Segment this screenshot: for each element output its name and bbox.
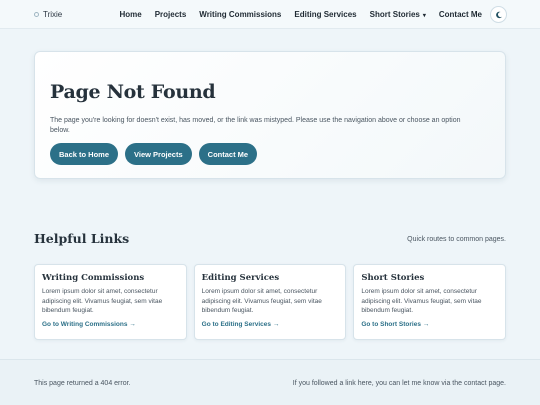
view-projects-button[interactable]: View Projects — [125, 143, 192, 165]
brand-name: Trixie — [43, 10, 63, 19]
logo-icon — [34, 12, 39, 17]
card-editing-services: Editing Services Lorem ipsum dolor sit a… — [193, 264, 347, 340]
footer-error-note: This page returned a 404 error. — [34, 380, 131, 387]
writing-commissions-link[interactable]: Go to Writing Commissions → — [42, 321, 179, 328]
card-description: Lorem ipsum dolor sit amet, consectetur … — [361, 288, 482, 314]
card-title: Editing Services — [201, 273, 280, 283]
page-title: Page Not Found — [50, 81, 216, 103]
helpful-links-title: Helpful Links — [34, 231, 130, 246]
nav-home[interactable]: Home — [119, 10, 141, 19]
helpful-links-subtitle: Quick routes to common pages. — [407, 236, 506, 243]
nav-editing-services[interactable]: Editing Services — [294, 10, 356, 19]
short-stories-link[interactable]: Go to Short Stories → — [361, 321, 498, 328]
footer-contact-note: If you followed a link here, you can let… — [292, 380, 506, 387]
brand-link[interactable]: Trixie — [34, 10, 62, 19]
editing-services-link[interactable]: Go to Editing Services → — [202, 321, 339, 328]
helpful-links-cards: Writing Commissions Lorem ipsum dolor si… — [34, 264, 507, 340]
theme-toggle-button[interactable] — [490, 6, 507, 23]
action-buttons: Back to Home View Projects Contact Me — [50, 143, 258, 165]
nav-writing-commissions[interactable]: Writing Commissions — [199, 10, 281, 19]
card-description: Lorem ipsum dolor sit amet, consectetur … — [201, 288, 322, 314]
main-nav: Home Projects Writing Commissions Editin… — [119, 10, 482, 19]
site-footer: This page returned a 404 error. If you f… — [0, 359, 540, 405]
nav-contact[interactable]: Contact Me — [439, 10, 482, 19]
card-title: Short Stories — [361, 273, 425, 283]
card-writing-commissions: Writing Commissions Lorem ipsum dolor si… — [34, 264, 187, 340]
card-title: Writing Commissions — [42, 273, 145, 283]
chevron-down-icon: ▾ — [422, 13, 426, 19]
back-to-home-button[interactable]: Back to Home — [50, 143, 119, 165]
not-found-card: Page Not Found The page you're looking f… — [34, 51, 506, 179]
error-message: The page you're looking for doesn't exis… — [50, 117, 461, 134]
moon-icon — [495, 11, 502, 18]
nav-short-stories-dropdown[interactable]: Short Stories ▾ — [370, 10, 426, 19]
site-header: Trixie Home Projects Writing Commissions… — [0, 0, 540, 29]
nav-projects[interactable]: Projects — [155, 10, 187, 19]
contact-me-button[interactable]: Contact Me — [198, 143, 258, 165]
nav-short-stories-label: Short Stories — [369, 10, 420, 19]
card-description: Lorem ipsum dolor sit amet, consectetur … — [42, 288, 163, 314]
card-short-stories: Short Stories Lorem ipsum dolor sit amet… — [353, 264, 507, 340]
